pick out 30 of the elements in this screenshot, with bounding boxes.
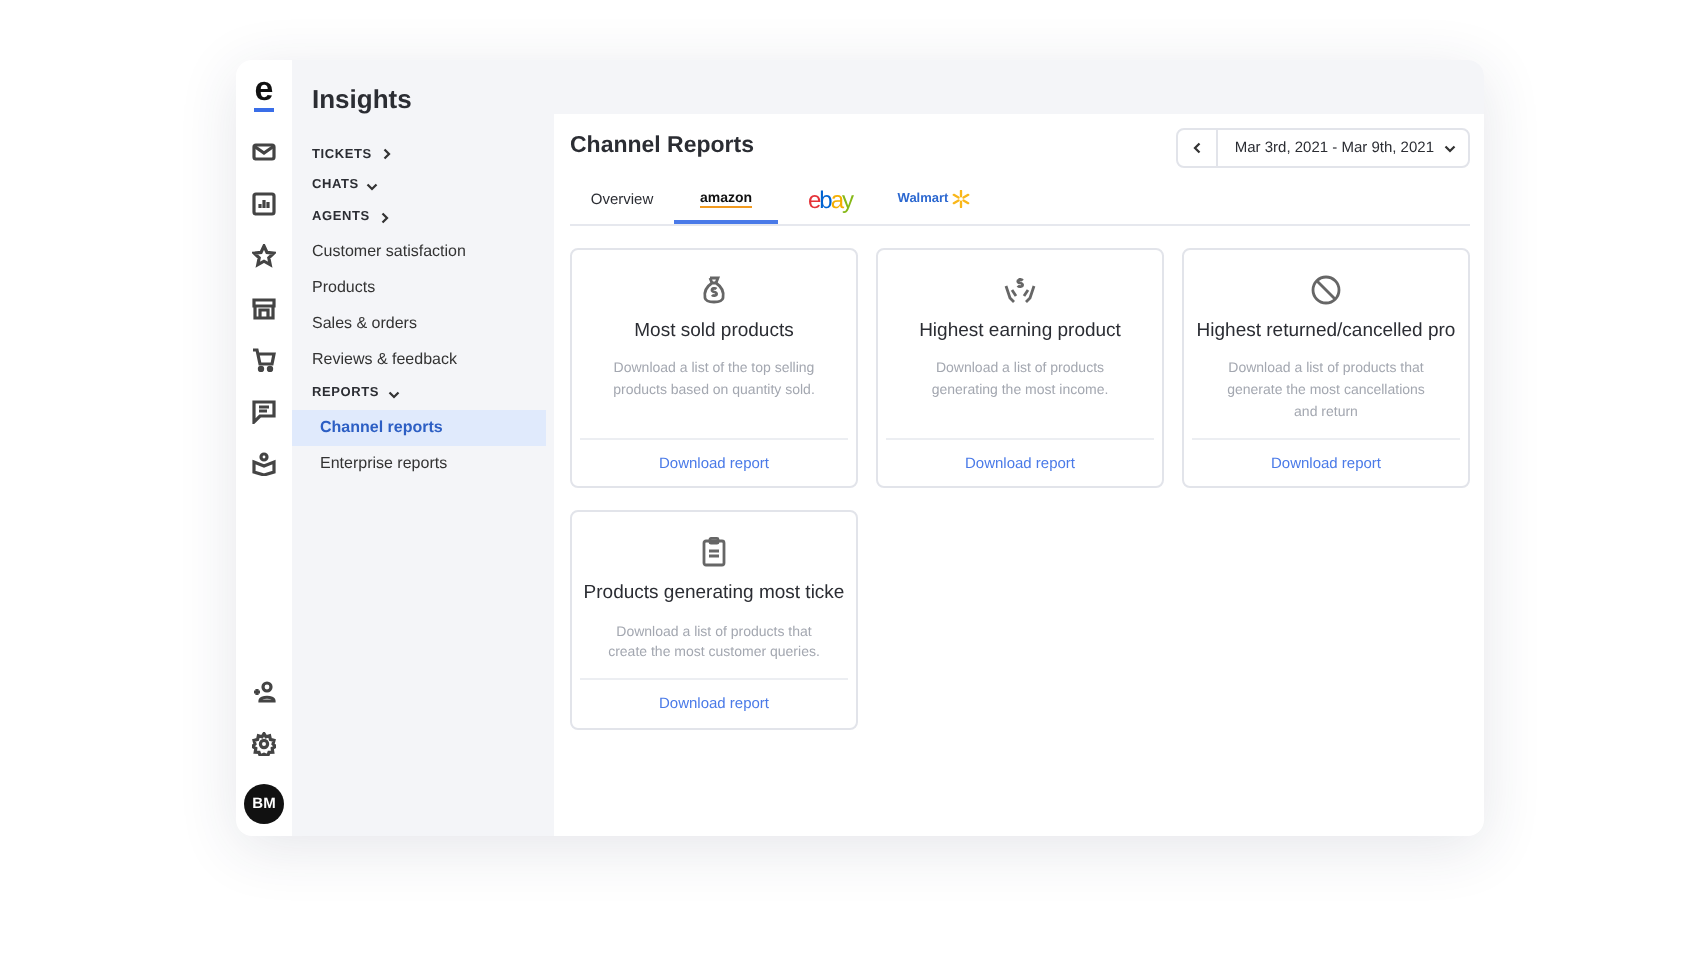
star-icon bbox=[252, 244, 276, 268]
logo[interactable]: e bbox=[254, 72, 274, 112]
sidebar-item[interactable]: Sales & orders bbox=[292, 305, 546, 342]
report-title: Products generating most ticke bbox=[583, 582, 845, 606]
spark-icon bbox=[952, 190, 971, 208]
sidebar-item[interactable]: Channel reports bbox=[292, 409, 546, 445]
sidebar-item[interactable]: Enterprise reports bbox=[292, 445, 546, 481]
tab[interactable]: ebay bbox=[778, 180, 882, 224]
page-title: Channel Reports bbox=[570, 132, 755, 163]
sidebar-item[interactable]: Products bbox=[292, 269, 546, 306]
chat-icon bbox=[252, 400, 276, 424]
cart-icon bbox=[252, 348, 276, 372]
chevron-down-icon bbox=[1444, 142, 1456, 154]
chevron-left-icon bbox=[1191, 142, 1204, 154]
money-bag-icon bbox=[698, 274, 730, 306]
mail-icon bbox=[252, 140, 276, 164]
report-title: Most sold products bbox=[634, 320, 794, 343]
report-title: Highest earning product bbox=[919, 320, 1121, 343]
report-title: Highest returned/cancelled pro bbox=[1196, 320, 1456, 343]
prohibited-icon bbox=[1310, 274, 1342, 306]
hands-dollar-icon bbox=[1004, 274, 1036, 306]
sidebar-item[interactable]: Customer satisfaction bbox=[292, 233, 546, 270]
package-user-icon bbox=[252, 452, 276, 476]
add-user-icon bbox=[252, 680, 276, 704]
sidebar-item[interactable]: Reviews & feedback bbox=[292, 341, 546, 378]
store-icon bbox=[252, 296, 276, 320]
clipboard-icon bbox=[698, 536, 730, 569]
sidebar-title: Insights bbox=[312, 82, 414, 118]
settings-icon bbox=[252, 732, 276, 756]
bar-chart-icon bbox=[252, 192, 276, 216]
